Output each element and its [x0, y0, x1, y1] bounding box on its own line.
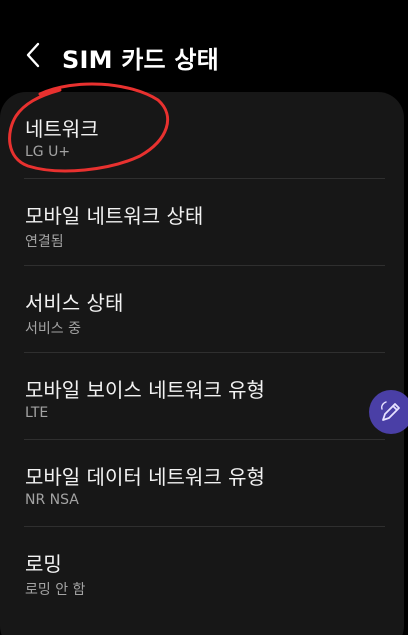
list-item-roaming[interactable]: 로밍 로밍 안 함 [0, 527, 404, 613]
back-button[interactable] [18, 38, 48, 72]
item-subtitle: 연결됨 [25, 234, 64, 250]
item-title: 모바일 네트워크 상태 [25, 204, 204, 228]
item-subtitle: LG U+ [25, 144, 71, 160]
list-item-data-network-type[interactable]: 모바일 데이터 네트워크 유형 NR NSA [0, 440, 404, 526]
item-subtitle: 로밍 안 함 [25, 582, 86, 598]
settings-card: 네트워크 LG U+ 모바일 네트워크 상태 연결됨 서비스 상태 서비스 중 … [0, 92, 404, 635]
item-title: 모바일 보이스 네트워크 유형 [25, 378, 265, 402]
chevron-left-icon [26, 42, 40, 68]
item-subtitle: LTE [25, 405, 49, 421]
list-item-voice-network-type[interactable]: 모바일 보이스 네트워크 유형 LTE [0, 353, 404, 439]
item-title: 로밍 [25, 552, 62, 576]
item-title: 모바일 데이터 네트워크 유형 [25, 465, 265, 489]
list-item-network[interactable]: 네트워크 LG U+ [0, 92, 404, 178]
item-title: 네트워크 [25, 117, 99, 141]
item-subtitle: 서비스 중 [25, 321, 81, 337]
pen-icon [381, 401, 400, 421]
floating-pen-button[interactable] [369, 390, 408, 434]
page-title: SIM 카드 상태 [62, 46, 219, 74]
list-item-mobile-network-status[interactable]: 모바일 네트워크 상태 연결됨 [0, 179, 404, 265]
app-header: SIM 카드 상태 [0, 30, 408, 82]
list-item-service-status[interactable]: 서비스 상태 서비스 중 [0, 266, 404, 352]
item-title: 서비스 상태 [25, 291, 124, 315]
item-subtitle: NR NSA [25, 492, 79, 508]
